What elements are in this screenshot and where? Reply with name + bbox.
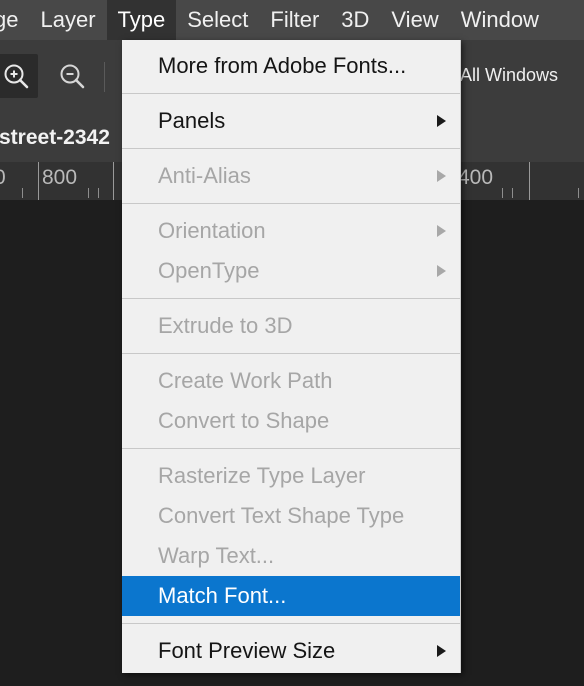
ruler-tick-minor xyxy=(22,188,23,198)
zoom-out-button[interactable] xyxy=(50,54,94,98)
menubar-item-type[interactable]: Type xyxy=(106,0,177,40)
document-tab-title[interactable]: -street-2342 xyxy=(0,126,110,150)
menu-item-more-from-adobe-fonts[interactable]: More from Adobe Fonts... xyxy=(122,46,460,86)
menu-item-match-font[interactable]: Match Font... xyxy=(122,576,460,616)
zoom-out-icon xyxy=(60,64,85,89)
menu-separator xyxy=(122,353,460,354)
ruler-label: 800 xyxy=(42,166,78,189)
menu-item-convert-to-shape: Convert to Shape xyxy=(122,401,460,441)
zoom-in-button[interactable] xyxy=(0,54,38,98)
chevron-right-icon xyxy=(437,265,446,277)
type-dropdown-menu: More from Adobe Fonts... Panels Anti-Alias… xyxy=(122,40,461,673)
ruler-tick-minor xyxy=(502,188,503,198)
menu-separator xyxy=(122,448,460,449)
ruler-tick-minor xyxy=(512,188,513,198)
ruler-label: 400 xyxy=(458,166,494,189)
menu-item-label: Convert Text Shape Type xyxy=(158,503,405,528)
ruler-tick-minor xyxy=(88,188,89,198)
ruler-tick-major xyxy=(529,162,530,200)
menubar-item-filter[interactable]: Filter xyxy=(259,0,330,40)
menu-item-label: Orientation xyxy=(158,218,266,243)
menubar-item-ge[interactable]: ge xyxy=(0,0,29,40)
menu-separator xyxy=(122,148,460,149)
menu-item-panels[interactable]: Panels xyxy=(122,101,460,141)
menu-separator xyxy=(122,298,460,299)
zoom-in-icon xyxy=(4,64,29,89)
menu-item-label: Match Font... xyxy=(158,583,287,608)
menubar-item-3d[interactable]: 3D xyxy=(330,0,380,40)
menubar-item-window[interactable]: Window xyxy=(450,0,550,40)
ruler-tick-minor xyxy=(578,188,579,198)
menu-group: Anti-Alias xyxy=(122,156,460,196)
menu-item-create-work-path: Create Work Path xyxy=(122,361,460,401)
menu-separator xyxy=(122,93,460,94)
menu-item-label: Panels xyxy=(158,108,226,133)
menu-item-convert-text-shape-type: Convert Text Shape Type xyxy=(122,496,460,536)
toolbar-divider xyxy=(104,62,105,92)
menu-item-opentype: OpenType xyxy=(122,251,460,291)
menu-item-font-preview-size[interactable]: Font Preview Size xyxy=(122,631,460,671)
menu-item-anti-alias: Anti-Alias xyxy=(122,156,460,196)
menu-item-rasterize-type-layer: Rasterize Type Layer xyxy=(122,456,460,496)
menu-group: Rasterize Type Layer Convert Text Shape T… xyxy=(122,456,460,616)
menu-group: Panels xyxy=(122,101,460,141)
menu-bar: ge Layer Type Select Filter 3D View Window xyxy=(0,0,584,40)
menu-item-orientation: Orientation xyxy=(122,211,460,251)
menu-item-label: More from Adobe Fonts... xyxy=(158,53,407,78)
all-windows-checkbox-label[interactable]: All Windows xyxy=(460,65,558,86)
menu-separator xyxy=(122,623,460,624)
menu-item-label: Warp Text... xyxy=(158,543,275,568)
menubar-item-layer[interactable]: Layer xyxy=(29,0,106,40)
menubar-item-view[interactable]: View xyxy=(380,0,449,40)
ruler-label: 0 xyxy=(0,166,6,190)
menu-group: Font Preview Size xyxy=(122,631,460,671)
menu-item-warp-text: Warp Text... xyxy=(122,536,460,576)
menubar-item-select[interactable]: Select xyxy=(176,0,259,40)
menu-separator xyxy=(122,203,460,204)
menu-item-label: Font Preview Size xyxy=(158,638,336,663)
menu-group: Orientation OpenType xyxy=(122,211,460,291)
chevron-right-icon xyxy=(437,225,446,237)
menu-item-label: Extrude to 3D xyxy=(158,313,293,338)
menu-group: Extrude to 3D xyxy=(122,306,460,346)
menu-item-label: Create Work Path xyxy=(158,368,333,393)
menu-item-label: Convert to Shape xyxy=(158,408,330,433)
menu-group: More from Adobe Fonts... xyxy=(122,46,460,86)
chevron-right-icon xyxy=(437,115,446,127)
chevron-right-icon xyxy=(437,170,446,182)
ruler-tick-major xyxy=(38,162,39,200)
menu-item-label: Anti-Alias xyxy=(158,163,251,188)
ruler-tick-minor xyxy=(98,188,99,198)
menu-item-label: Rasterize Type Layer xyxy=(158,463,366,488)
chevron-right-icon xyxy=(437,645,446,657)
menu-group: Create Work Path Convert to Shape xyxy=(122,361,460,441)
ruler-tick-major xyxy=(113,162,114,200)
menu-item-extrude-to-3d: Extrude to 3D xyxy=(122,306,460,346)
menu-item-label: OpenType xyxy=(158,258,260,283)
